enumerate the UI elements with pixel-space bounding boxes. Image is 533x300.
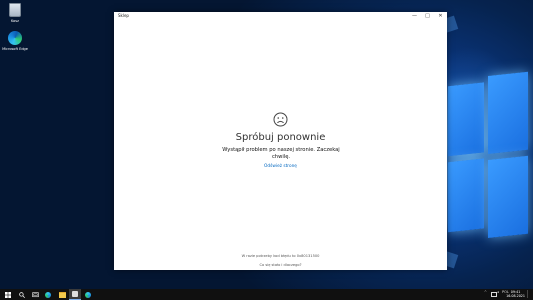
store-window: Sklep — □ ✕ Spróbuj ponownie Wystąpił pr… (114, 12, 447, 270)
tray-chevron-up-icon[interactable]: ^ (484, 290, 487, 294)
clock-date: 16.08.2021 (506, 294, 525, 299)
windows-logo-wallpaper (448, 71, 528, 246)
desktop-icon-edge[interactable]: Microsoft Edge (0, 31, 30, 51)
store-icon (72, 291, 78, 297)
desktop-icon-label: Microsoft Edge (2, 47, 28, 51)
recycle-bin-icon (9, 3, 21, 17)
desktop-icon-label: Kosz (11, 19, 19, 23)
close-button[interactable]: ✕ (434, 12, 447, 21)
maximize-button[interactable]: □ (421, 12, 434, 21)
show-desktop-button[interactable] (527, 290, 532, 298)
search-button[interactable] (16, 289, 28, 300)
task-view-button[interactable] (29, 289, 41, 300)
title-bar[interactable]: Sklep — □ ✕ (114, 12, 447, 21)
start-button[interactable] (2, 289, 14, 300)
sad-face-icon (273, 112, 288, 127)
window-title: Sklep (118, 13, 129, 18)
edge-icon (45, 291, 51, 298)
taskbar-edge-2[interactable] (82, 289, 94, 300)
refresh-page-link[interactable]: Odśwież stronę (114, 164, 447, 169)
volume-icon[interactable]: ◂ (497, 290, 499, 294)
error-code-text: W razie potrzeby kod błędu to 0x80131500 (241, 254, 320, 258)
search-icon (19, 291, 25, 298)
taskbar-file-explorer[interactable] (56, 289, 68, 300)
taskbar-clock[interactable]: 09:41 16.08.2021 (506, 290, 525, 298)
file-explorer-icon (58, 291, 66, 298)
error-message: Wystąpił problem po naszej stronie. Zacz… (222, 147, 340, 160)
windows-start-icon (5, 291, 11, 298)
what-happened-link[interactable]: Co się stało i dlaczego? (114, 263, 447, 267)
taskbar-store[interactable] (69, 289, 81, 300)
task-view-icon (31, 291, 39, 297)
taskbar: ^ ◂ POL 09:41 16.08.2021 (0, 289, 533, 300)
taskbar-edge[interactable] (42, 289, 54, 300)
minimize-button[interactable]: — (408, 12, 421, 21)
edge-icon (8, 31, 22, 45)
error-heading: Spróbuj ponownie (235, 132, 326, 143)
desktop-icon-recycle-bin[interactable]: Kosz (0, 3, 30, 23)
error-page: Spróbuj ponownie Wystąpił problem po nas… (114, 21, 447, 270)
edge-icon (85, 291, 91, 298)
